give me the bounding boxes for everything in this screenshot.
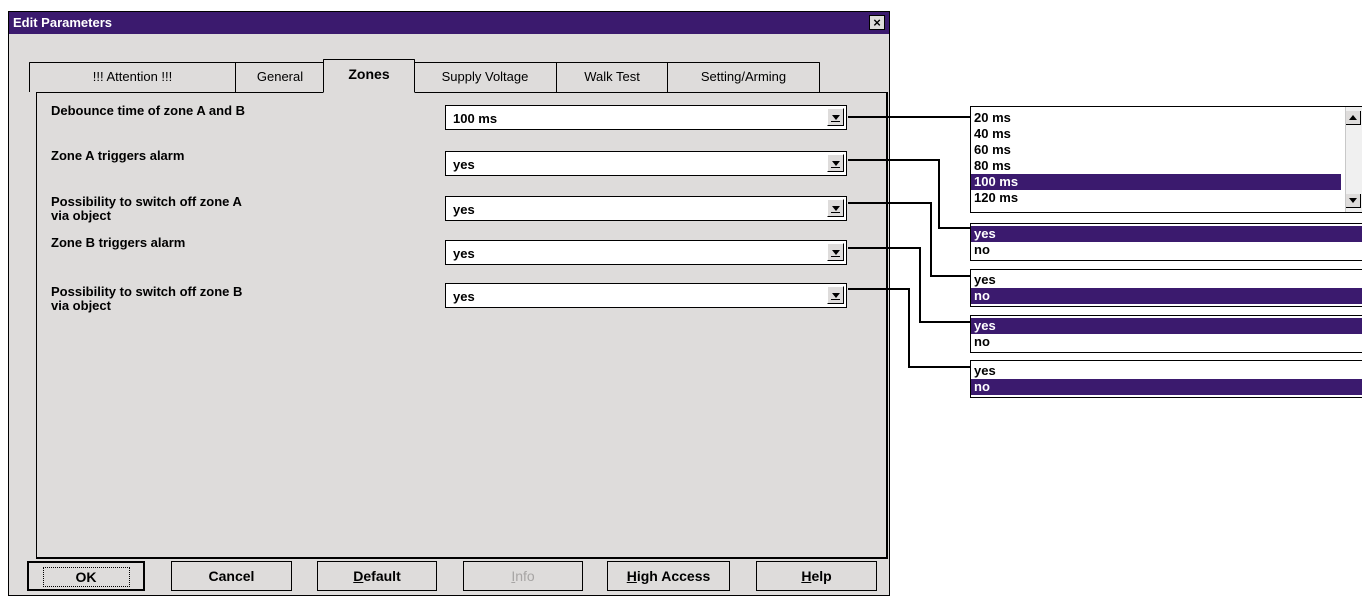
tab-label: Setting/Arming [700, 69, 787, 84]
tab-walk-test[interactable]: Walk Test [556, 62, 668, 92]
zone-a-switch-label-line1: Possibility to switch off zone A [51, 194, 242, 209]
list-item-selected[interactable]: yes [971, 226, 1362, 242]
connector-line [848, 202, 932, 204]
ok-label: OK [42, 567, 130, 587]
help-button[interactable]: Help [756, 561, 877, 591]
connector-line [919, 321, 970, 323]
list-item-selected[interactable]: no [971, 288, 1362, 304]
zone-a-switch-label-line2: via object [51, 208, 111, 223]
connector-line [930, 275, 970, 277]
default-hotkey: D [353, 568, 364, 584]
zone-b-switch-dropdown-list[interactable]: yes no [970, 360, 1362, 398]
default-button[interactable]: Default [317, 561, 437, 591]
list-item[interactable]: no [971, 334, 1362, 350]
connector-line [930, 202, 932, 277]
connector-line [908, 288, 910, 368]
cancel-label: Cancel [208, 568, 255, 584]
list-item-selected[interactable]: yes [971, 318, 1362, 334]
high-access-hotkey: H [626, 568, 637, 584]
chevron-down-icon[interactable] [827, 243, 844, 261]
scroll-down-icon[interactable] [1346, 194, 1361, 208]
list-item[interactable]: 20 ms [971, 110, 1362, 126]
list-item[interactable]: 40 ms [971, 126, 1362, 142]
zone-b-switch-label-line2: via object [51, 298, 111, 313]
list-item[interactable]: no [971, 242, 1362, 258]
debounce-combo[interactable]: 100 ms [445, 105, 847, 130]
connector-line [919, 247, 921, 323]
connector-line [848, 116, 970, 118]
close-icon[interactable]: × [869, 15, 885, 30]
info-label: nfo [515, 568, 535, 584]
list-scrollbar[interactable] [1345, 107, 1362, 212]
connector-line [848, 159, 940, 161]
info-button[interactable]: Info [463, 561, 583, 591]
connector-line [938, 227, 970, 229]
connector-line [908, 366, 970, 368]
zone-b-alarm-dropdown-list[interactable]: yes no [970, 315, 1362, 353]
ok-button[interactable]: OK [27, 561, 145, 591]
list-item[interactable]: yes [971, 363, 1362, 379]
list-item[interactable]: yes [971, 272, 1362, 288]
tab-supply-voltage[interactable]: Supply Voltage [413, 62, 557, 92]
zone-a-alarm-combo[interactable]: yes [445, 151, 847, 176]
high-access-label: igh Access [636, 568, 711, 584]
chevron-down-icon[interactable] [827, 154, 844, 172]
tab-label: General [256, 69, 304, 84]
connector-line [938, 159, 940, 229]
window-title: Edit Parameters [13, 15, 112, 30]
connector-line [848, 288, 910, 290]
tab-label: Supply Voltage [441, 69, 529, 84]
zone-a-alarm-dropdown-list[interactable]: yes no [970, 223, 1362, 261]
connector-line [848, 247, 921, 249]
help-hotkey: H [801, 568, 812, 584]
list-item-selected[interactable]: 100 ms [971, 174, 1341, 190]
tab-label: !!! Attention !!! [92, 69, 173, 84]
chevron-down-icon[interactable] [827, 199, 844, 217]
zone-a-switch-combo[interactable]: yes [445, 196, 847, 221]
zone-b-alarm-combo[interactable]: yes [445, 240, 847, 265]
zone-b-switch-value: yes [453, 289, 475, 304]
list-item[interactable]: 120 ms [971, 190, 1362, 206]
tab-attention[interactable]: !!! Attention !!! [29, 62, 236, 92]
default-label: efault [363, 568, 401, 584]
scroll-up-icon[interactable] [1346, 111, 1361, 125]
tab-setting-arming[interactable]: Setting/Arming [667, 62, 820, 92]
help-label: elp [811, 568, 832, 584]
tab-label: Walk Test [584, 69, 640, 84]
zone-a-switch-dropdown-list[interactable]: yes no [970, 269, 1362, 307]
zone-b-alarm-label: Zone B triggers alarm [51, 235, 186, 250]
zone-b-switch-combo[interactable]: yes [445, 283, 847, 308]
zone-b-alarm-value: yes [453, 246, 475, 261]
debounce-dropdown-list[interactable]: 20 ms 40 ms 60 ms 80 ms 100 ms 120 ms [970, 106, 1362, 213]
debounce-value: 100 ms [453, 111, 498, 126]
list-item[interactable]: 80 ms [971, 158, 1362, 174]
list-item[interactable]: 60 ms [971, 142, 1362, 158]
zone-a-switch-value: yes [453, 202, 475, 217]
zone-b-switch-label-line1: Possibility to switch off zone B [51, 284, 243, 299]
tab-zones[interactable]: Zones [323, 59, 415, 93]
high-access-button[interactable]: High Access [607, 561, 730, 591]
zone-a-alarm-value: yes [453, 157, 475, 172]
zone-b-switch-label: Possibility to switch off zone B via obj… [51, 285, 242, 313]
zone-a-switch-label: Possibility to switch off zone A via obj… [51, 195, 242, 223]
zone-a-alarm-label: Zone A triggers alarm [51, 148, 185, 163]
tab-general[interactable]: General [235, 62, 325, 92]
title-bar: Edit Parameters × [9, 12, 889, 34]
chevron-down-icon[interactable] [827, 286, 844, 304]
cancel-button[interactable]: Cancel [171, 561, 292, 591]
tab-label: Zones [348, 66, 390, 82]
list-item-selected[interactable]: no [971, 379, 1362, 395]
chevron-down-icon[interactable] [827, 108, 844, 126]
debounce-label: Debounce time of zone A and B [51, 103, 246, 118]
